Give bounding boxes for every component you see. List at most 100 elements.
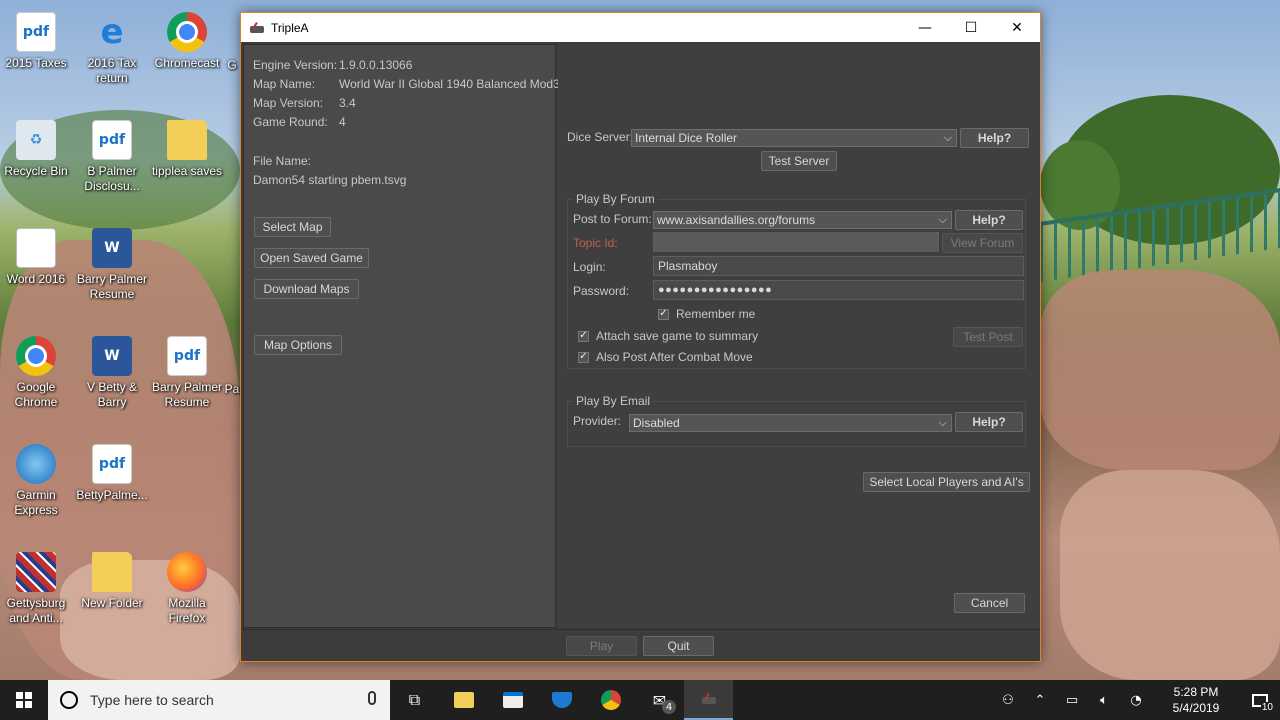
desktop-icon-2015-taxes[interactable]: pdf 2015 Taxes: [0, 12, 72, 71]
pdf-icon: pdf: [167, 336, 207, 376]
battery-icon[interactable]: ▭: [1056, 680, 1088, 720]
triplea-app-icon: [701, 691, 717, 707]
download-maps-button[interactable]: Download Maps: [254, 279, 359, 299]
desktop-icon-google-chrome[interactable]: Google Chrome: [0, 336, 72, 410]
provider-select[interactable]: Disabled ⌵: [629, 414, 952, 432]
game-info-panel: Engine Version: 1.9.0.0.13066 Map Name: …: [243, 44, 560, 628]
checkmark-icon: ✓: [658, 308, 669, 320]
volume-icon[interactable]: 🔈︎: [1088, 680, 1120, 720]
desktop-icon-2016-tax-return[interactable]: e 2016 Tax return: [76, 12, 148, 86]
dice-help-button[interactable]: Help?: [960, 128, 1029, 148]
login-input[interactable]: Plasmaboy: [653, 256, 1024, 276]
remember-me-checkbox[interactable]: ✓ Remember me: [658, 307, 755, 321]
topic-id-input[interactable]: [653, 232, 939, 252]
test-server-button[interactable]: Test Server: [761, 151, 837, 171]
mail-icon[interactable]: ✉ 4: [635, 680, 684, 720]
quit-button[interactable]: Quit: [643, 636, 714, 656]
desktop-icon-tipplea-saves[interactable]: tipplea saves: [151, 120, 223, 179]
map-version-value: 3.4: [339, 96, 356, 110]
play-button[interactable]: Play: [566, 636, 637, 656]
task-view-icon[interactable]: ⧉: [390, 680, 439, 720]
select-map-button[interactable]: Select Map: [254, 217, 331, 237]
pdf-icon: pdf: [92, 120, 132, 160]
close-button[interactable]: ✕: [994, 13, 1040, 42]
forum-help-button[interactable]: Help?: [955, 210, 1023, 230]
pdf-icon: pdf: [16, 12, 56, 52]
people-icon[interactable]: ⚇: [992, 680, 1024, 720]
triplea-window: TripleA — ☐ ✕ Engine Version: 1.9.0.0.13…: [240, 12, 1041, 662]
cancel-button[interactable]: Cancel: [954, 593, 1025, 613]
bottom-button-bar: Play Quit: [241, 629, 1040, 661]
desktop-icon-garmin-express[interactable]: Garmin Express: [0, 444, 72, 518]
attach-save-checkbox[interactable]: ✓ Attach save game to summary: [578, 329, 758, 343]
provider-selected: Disabled: [633, 416, 680, 430]
taskbar: Type here to search ⧉ ✉ 4 ⚇ ⌃ ▭ 🔈︎ ◔ 5:2…: [0, 680, 1280, 720]
word-icon: W: [92, 336, 132, 376]
maximize-button[interactable]: ☐: [948, 13, 994, 42]
chrome-taskbar-icon[interactable]: [586, 680, 635, 720]
desktop-icon-barry-palmer-resume-word[interactable]: W Barry Palmer Resume: [76, 228, 148, 302]
system-tray: ⚇ ⌃ ▭ 🔈︎ ◔ 5:28 PM 5/4/2019 10: [992, 680, 1280, 720]
desktop-icon-chromecast[interactable]: Chromecast: [151, 12, 223, 71]
play-by-email-legend: Play By Email: [573, 394, 654, 408]
desktop-icon-bettypalme[interactable]: pdf BettyPalme...: [76, 444, 148, 503]
flag-icon: [16, 552, 56, 592]
pbem-settings-panel: Dice Server: Internal Dice Roller ⌵ Help…: [558, 44, 1040, 628]
post-to-forum-selected: www.axisandallies.org/forums: [657, 213, 816, 227]
chevron-up-icon[interactable]: ⌃: [1024, 680, 1056, 720]
window-title: TripleA: [271, 20, 309, 35]
post-to-forum-select[interactable]: www.axisandallies.org/forums ⌵: [653, 211, 952, 229]
open-saved-game-button[interactable]: Open Saved Game: [254, 248, 369, 268]
desktop-icon-word-2016[interactable]: Word 2016: [0, 228, 72, 287]
post-to-forum-label: Post to Forum:: [573, 212, 652, 226]
clock[interactable]: 5:28 PM 5/4/2019: [1152, 684, 1240, 716]
checkmark-icon: ✓: [578, 351, 589, 363]
desktop-icon-v-betty-barry[interactable]: W V Betty & Barry: [76, 336, 148, 410]
clock-time: 5:28 PM: [1173, 685, 1219, 699]
desktop-icon-recycle-bin[interactable]: ♻ Recycle Bin: [0, 120, 72, 179]
password-input[interactable]: ●●●●●●●●●●●●●●●●: [653, 280, 1024, 300]
chrome-icon: [16, 336, 56, 376]
triplea-taskbar-icon[interactable]: [684, 680, 733, 720]
provider-label: Provider:: [573, 414, 622, 428]
taskbar-search-box[interactable]: Type here to search: [48, 680, 390, 720]
also-post-checkbox[interactable]: ✓ Also Post After Combat Move: [578, 350, 753, 364]
also-post-label: Also Post After Combat Move: [596, 350, 753, 364]
desktop-icon-b-palmer-disclosure[interactable]: pdf B Palmer Disclosu...: [76, 120, 148, 194]
remember-me-label: Remember me: [676, 307, 756, 321]
folder-icon: [92, 552, 132, 592]
title-bar[interactable]: TripleA — ☐ ✕: [241, 13, 1040, 42]
email-help-button[interactable]: Help?: [955, 412, 1023, 432]
desktop-icon-mozilla-firefox[interactable]: Mozilla Firefox: [151, 552, 223, 626]
desktop-icon-partial-g[interactable]: G: [224, 58, 240, 73]
file-name-value: Damon54 starting pbem.tsvg: [253, 173, 407, 187]
minimize-button[interactable]: —: [902, 13, 948, 42]
file-explorer-icon[interactable]: [439, 680, 488, 720]
wifi-icon[interactable]: ◔: [1120, 680, 1152, 720]
document-icon: [16, 228, 56, 268]
start-button[interactable]: [0, 680, 48, 720]
map-options-button[interactable]: Map Options: [254, 335, 342, 355]
desktop-icon-barry-palmer-resume-pdf[interactable]: pdf Barry Palmer Resume: [151, 336, 223, 410]
defender-shield-icon[interactable]: [537, 680, 586, 720]
checkmark-icon: ✓: [578, 330, 589, 342]
dice-server-select[interactable]: Internal Dice Roller ⌵: [631, 129, 957, 147]
action-center-icon[interactable]: 10: [1240, 680, 1280, 720]
pdf-icon: pdf: [92, 444, 132, 484]
map-name-label: Map Name:: [253, 77, 316, 91]
test-post-button[interactable]: Test Post: [953, 327, 1023, 347]
mail-badge: 4: [662, 700, 676, 714]
cortana-icon: [60, 691, 78, 709]
desktop-icon-gettysburg[interactable]: Gettysburg and Anti...: [0, 552, 72, 626]
desktop-icon-new-folder[interactable]: New Folder: [76, 552, 148, 611]
clock-date: 5/4/2019: [1172, 701, 1220, 715]
desktop-icon-partial-pa[interactable]: Pa: [224, 382, 240, 397]
select-local-players-button[interactable]: Select Local Players and AI's: [863, 472, 1030, 492]
edge-icon: e: [100, 12, 124, 52]
search-placeholder: Type here to search: [90, 692, 214, 708]
microphone-icon[interactable]: [368, 691, 376, 705]
store-icon[interactable]: [488, 680, 537, 720]
view-forum-button[interactable]: View Forum: [942, 233, 1023, 253]
firefox-icon: [167, 552, 207, 592]
chrome-icon: [167, 12, 207, 52]
